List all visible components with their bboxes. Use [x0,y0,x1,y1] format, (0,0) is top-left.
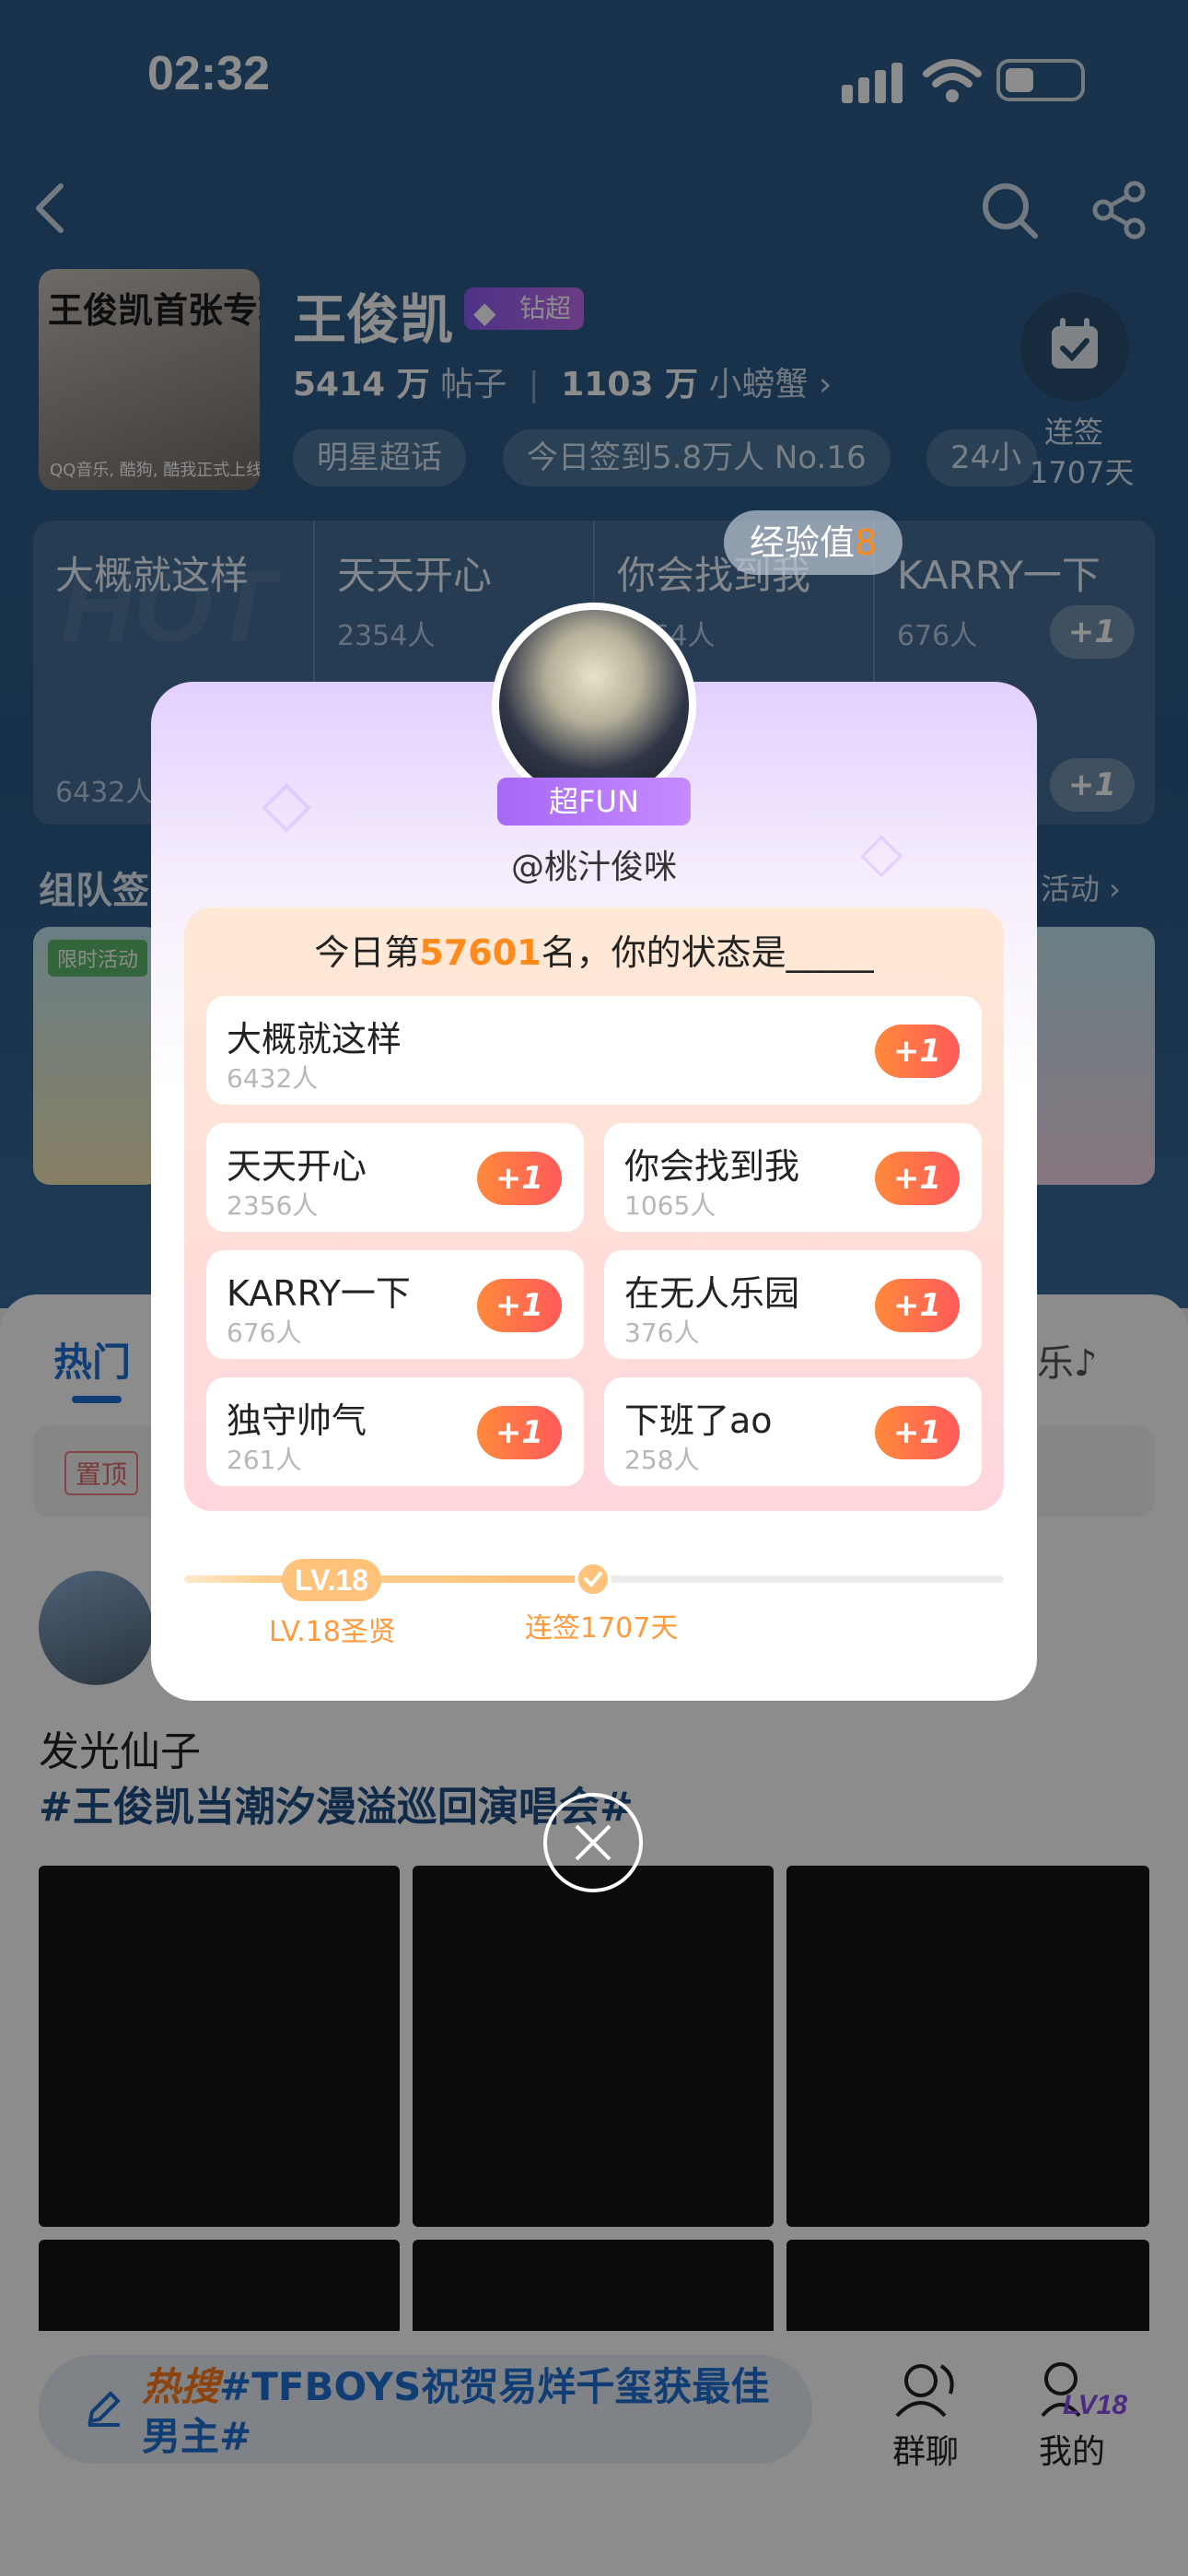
rank-number: 57601 [419,932,542,973]
option-name: 下班了ao [624,1400,773,1441]
status-option-2[interactable]: 天天开心 2356人 +1 [206,1123,584,1232]
diamond-deco-icon: ◇ [262,765,311,840]
exp-pill: 经验值8 [724,510,903,575]
option-count: 376人 [624,1317,700,1348]
status-option-1[interactable]: 大概就这样 6432人 +1 [206,996,982,1105]
plus-one-button[interactable]: +1 [875,1406,960,1459]
rank-line: 今日第57601名，你的状态是_____ [184,924,1004,975]
option-name: 你会找到我 [624,1146,800,1187]
plus-one-button[interactable]: +1 [477,1279,562,1332]
exp-label: 经验值 [750,522,856,563]
option-name: KARRY一下 [227,1273,411,1314]
option-count: 261人 [227,1445,302,1475]
username: @桃汁俊咪 [510,849,677,886]
option-name: 在无人乐园 [624,1273,800,1314]
user-avatar[interactable] [492,603,696,807]
exp-value: 8 [855,522,878,563]
option-count: 6432人 [227,1063,319,1094]
plus-one-button[interactable]: +1 [875,1025,960,1078]
level-label: LV.18圣贤 [269,1616,396,1648]
streak-label: 连签1707天 [525,1612,679,1645]
close-icon [575,1824,611,1861]
option-name: 天天开心 [227,1146,367,1187]
rank-prefix: 今日第 [314,932,420,973]
status-option-4[interactable]: KARRY一下 676人 +1 [206,1250,584,1359]
rank-suffix: 名，你的状态是_____ [541,932,874,973]
option-count: 2356人 [227,1190,319,1221]
streak-check-icon [575,1561,611,1598]
option-name: 大概就这样 [227,1019,402,1060]
super-fun-badge: 超FUN [497,778,691,825]
plus-one-button[interactable]: +1 [477,1406,562,1459]
status-option-3[interactable]: 你会找到我 1065人 +1 [604,1123,982,1232]
option-count: 1065人 [624,1190,716,1221]
plus-one-button[interactable]: +1 [875,1279,960,1332]
checkin-popup: ◇ ◇ 超FUN @桃汁俊咪 今日第57601名，你的状态是_____ 大概就这… [151,603,1037,1701]
plus-one-button[interactable]: +1 [875,1152,960,1205]
status-option-5[interactable]: 在无人乐园 376人 +1 [604,1250,982,1359]
close-button[interactable] [543,1793,643,1892]
status-vote-panel: 今日第57601名，你的状态是_____ 大概就这样 6432人 +1 天天开心… [184,907,1004,1511]
option-name: 独守帅气 [227,1400,367,1441]
plus-one-button[interactable]: +1 [477,1152,562,1205]
option-count: 676人 [227,1317,302,1348]
option-count: 258人 [624,1445,700,1475]
status-option-7[interactable]: 下班了ao 258人 +1 [604,1377,982,1486]
level-pill: LV.18 [282,1559,382,1601]
status-option-6[interactable]: 独守帅气 261人 +1 [206,1377,584,1486]
